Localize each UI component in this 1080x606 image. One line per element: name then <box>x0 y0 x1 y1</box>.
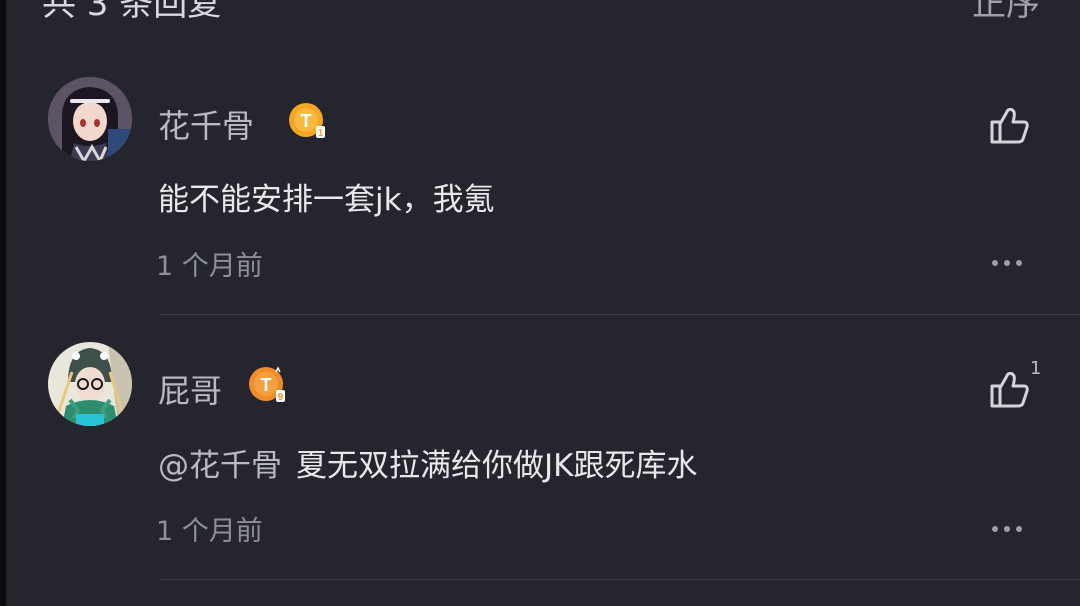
comment-text: @花千骨 夏无双拉满给你做JK跟死库水 <box>158 440 697 485</box>
mention-link[interactable]: @花千骨 <box>158 448 282 484</box>
comment-item: 屁哥 T 9 @花千骨 夏无双拉满给你做JK跟死库水 1 个月前 1 <box>6 0 1080 580</box>
divider <box>160 579 1080 580</box>
reply-panel: 共 3 条回复 正序 花千骨 T 1 能不能安排一套jk，我氪 1 个月前 屁哥… <box>6 0 1080 606</box>
comment-body: 夏无双拉满给你做JK跟死库水 <box>296 448 698 484</box>
svg-text:T: T <box>261 375 272 395</box>
level-badge-icon: T 9 <box>248 366 288 406</box>
divider <box>160 314 1080 315</box>
like-count: 1 <box>1030 358 1042 379</box>
thumbs-up-icon[interactable] <box>988 368 1032 412</box>
avatar[interactable] <box>48 342 132 426</box>
comment-time: 1 个月前 <box>156 516 263 547</box>
more-dots-icon[interactable] <box>990 520 1024 532</box>
username[interactable]: 屁哥 <box>158 366 222 412</box>
svg-text:9: 9 <box>278 392 284 403</box>
